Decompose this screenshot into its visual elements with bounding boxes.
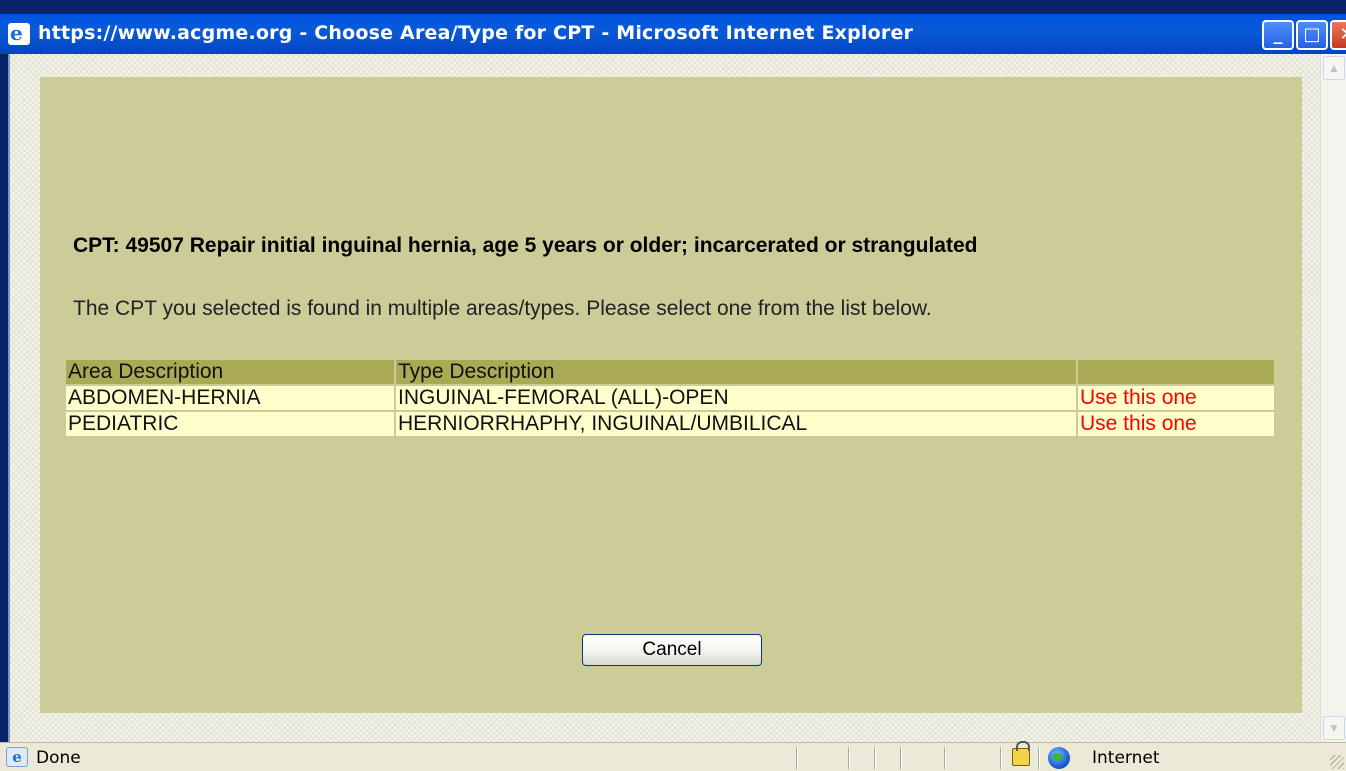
- table-header-row: Area Description Type Description: [66, 360, 1274, 384]
- status-divider: [874, 747, 876, 769]
- page-status-icon: e: [6, 747, 28, 767]
- resize-grip-icon[interactable]: [1330, 755, 1344, 769]
- cancel-button[interactable]: Cancel: [582, 634, 762, 666]
- instructions-text: The CPT you selected is found in multipl…: [73, 297, 932, 320]
- page-content: CPT: 49507 Repair initial inguinal herni…: [8, 54, 1346, 742]
- security-zone-text: Internet: [1092, 748, 1160, 768]
- type-cell: INGUINAL-FEMORAL (ALL)-OPEN: [396, 386, 1076, 410]
- status-divider: [796, 747, 798, 769]
- cpt-title: CPT: 49507 Repair initial inguinal herni…: [73, 234, 978, 257]
- area-cell: ABDOMEN-HERNIA: [66, 386, 394, 410]
- table-row: PEDIATRIC HERNIORRHAPHY, INGUINAL/UMBILI…: [66, 412, 1274, 436]
- status-text: Done: [36, 748, 81, 768]
- ie-page-icon: e: [8, 21, 30, 45]
- ie-window: e https://www.acgme.org - Choose Area/Ty…: [0, 0, 1346, 771]
- area-cell: PEDIATRIC: [66, 412, 394, 436]
- title-bar[interactable]: e https://www.acgme.org - Choose Area/Ty…: [0, 14, 1346, 54]
- type-cell: HERNIORRHAPHY, INGUINAL/UMBILICAL: [396, 412, 1076, 436]
- scroll-up-icon[interactable]: ▲: [1323, 56, 1345, 80]
- column-header-area: Area Description: [66, 360, 394, 384]
- lock-icon[interactable]: [1012, 741, 1030, 766]
- use-this-one-link[interactable]: Use this one: [1078, 386, 1274, 410]
- status-bar: e Done Internet: [0, 741, 1346, 771]
- minimize-button[interactable]: _: [1262, 20, 1294, 50]
- maximize-button[interactable]: □: [1296, 20, 1328, 50]
- window-title: https://www.acgme.org - Choose Area/Type…: [38, 22, 914, 44]
- use-this-one-link[interactable]: Use this one: [1078, 412, 1274, 436]
- vertical-scrollbar[interactable]: ▲ ▼: [1320, 54, 1346, 742]
- column-header-action: [1078, 360, 1274, 384]
- area-type-table: Area Description Type Description ABDOME…: [64, 358, 1276, 438]
- scroll-down-icon[interactable]: ▼: [1323, 716, 1345, 740]
- status-divider: [1000, 747, 1002, 769]
- column-header-type: Type Description: [396, 360, 1076, 384]
- dialog-panel: CPT: 49507 Repair initial inguinal herni…: [40, 77, 1302, 713]
- status-divider: [944, 747, 946, 769]
- status-divider: [900, 747, 902, 769]
- internet-zone-icon: [1048, 747, 1070, 769]
- status-divider: [1038, 747, 1040, 769]
- status-divider: [848, 747, 850, 769]
- close-button[interactable]: ✕: [1330, 20, 1346, 50]
- table-row: ABDOMEN-HERNIA INGUINAL-FEMORAL (ALL)-OP…: [66, 386, 1274, 410]
